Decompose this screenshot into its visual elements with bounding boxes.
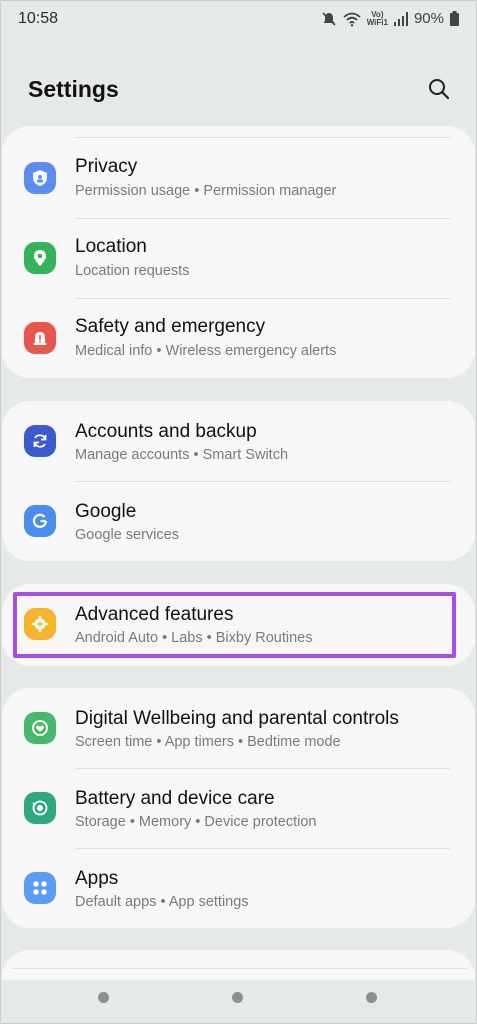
wifi-icon [343,11,361,27]
settings-item-google[interactable]: Google Google services [2,481,475,561]
gear-plus-icon [24,608,56,640]
search-icon [429,79,450,100]
item-subtitle: Medical info • Wireless emergency alerts [75,343,337,359]
settings-card-4: Digital Wellbeing and parental controls … [2,688,475,928]
emergency-alert-icon [24,322,56,354]
search-button[interactable] [424,74,454,104]
item-title: Advanced features [75,604,234,625]
status-icons: Vo) WiFi1 90% [321,10,459,27]
item-subtitle: Manage accounts • Smart Switch [75,447,289,463]
heart-circle-icon [24,712,56,744]
location-pin-icon [24,242,56,274]
item-subtitle: Screen time • App timers • Bedtime mode [75,734,341,750]
apps-grid-icon [24,872,56,904]
item-title: Apps [75,868,119,889]
settings-item-digital-wellbeing[interactable]: Digital Wellbeing and parental controls … [2,688,475,768]
item-subtitle: Default apps • App settings [75,894,249,910]
google-icon [24,505,56,537]
item-subtitle: Google services [75,527,179,543]
item-subtitle: Android Auto • Labs • Bixby Routines [75,630,313,646]
settings-item-location[interactable]: Location Location requests [2,218,475,298]
volte-indicator: Vo) WiFi1 [366,10,388,27]
item-title: Digital Wellbeing and parental controls [75,708,399,729]
settings-item-privacy[interactable]: Privacy Permission usage • Permission ma… [2,138,475,218]
nav-recents-button[interactable] [98,992,109,1003]
mute-icon [321,11,337,27]
shield-icon [24,162,56,194]
settings-item-accounts-backup[interactable]: Accounts and backup Manage accounts • Sm… [2,401,475,481]
status-bar: 10:58 Vo) WiFi1 90% [0,0,477,40]
nav-back-button[interactable] [366,992,377,1003]
item-subtitle: Permission usage • Permission manager [75,183,337,199]
settings-item-advanced-features[interactable]: Advanced features Android Auto • Labs • … [2,584,475,664]
item-title: Privacy [75,156,138,177]
wifi-calling-label: WiFi1 [366,17,388,27]
item-title: Safety and emergency [75,316,266,337]
status-time: 10:58 [18,10,59,27]
item-subtitle: Storage • Memory • Device protection [75,814,317,830]
nav-home-button[interactable] [232,992,243,1003]
battery-icon [450,11,459,26]
header: Settings [0,60,477,120]
signal-icon [393,11,408,26]
divider [12,968,467,969]
device-care-icon [24,792,56,824]
item-title: Location [75,236,147,257]
settings-item-apps[interactable]: Apps Default apps • App settings [2,848,475,928]
settings-item-battery-device-care[interactable]: Battery and device care Storage • Memory… [2,768,475,848]
sync-icon [24,425,56,457]
item-title: Google [75,501,137,522]
item-title: Battery and device care [75,788,275,809]
settings-item-safety-emergency[interactable]: Safety and emergency Medical info • Wire… [2,298,475,378]
settings-card-1: Privacy Permission usage • Permission ma… [2,126,475,378]
item-subtitle: Location requests [75,263,190,279]
settings-card-2: Accounts and backup Manage accounts • Sm… [2,401,475,561]
settings-card-5-partial [2,950,475,980]
settings-card-3: Advanced features Android Auto • Labs • … [2,584,475,666]
page-title: Settings [28,76,119,102]
battery-percent: 90% [413,10,444,27]
item-title: Accounts and backup [75,421,257,442]
